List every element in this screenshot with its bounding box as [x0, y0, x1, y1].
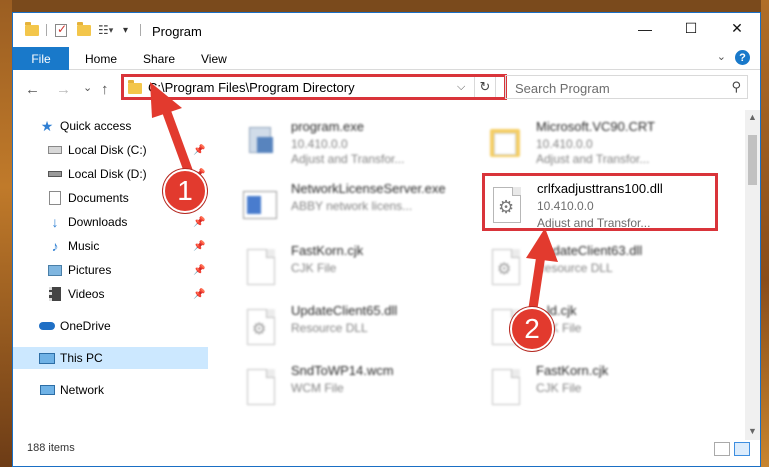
quick-access-toolbar: [25, 21, 39, 38]
maximize-button[interactable]: ☐: [668, 13, 714, 44]
sidebar-item-videos[interactable]: Videos 📌: [13, 283, 208, 305]
sidebar-item-quick-access[interactable]: ★ Quick access: [13, 115, 208, 137]
file-item[interactable]: NetworkLicenseServer.exe ABBY network li…: [239, 177, 479, 229]
list-icon: ☷: [98, 23, 109, 37]
up-button[interactable]: ↑: [101, 81, 109, 98]
file-item[interactable]: ⚙ UpdateClient65.dll Resource DLL: [239, 299, 479, 351]
sidebar-item-music[interactable]: ♪ Music 📌: [13, 235, 208, 257]
sidebar-item-local-disk-c[interactable]: Local Disk (C:) 📌: [13, 139, 208, 161]
dropdown-icon: ▾: [108, 24, 114, 35]
tab-home[interactable]: Home: [85, 52, 117, 66]
new-folder-button[interactable]: [77, 21, 91, 38]
vertical-scrollbar[interactable]: ▲ ▼: [745, 110, 760, 440]
file-item[interactable]: FastKorn.cjk CJK File: [239, 239, 479, 291]
new-folder-icon: [77, 21, 91, 36]
expand-ribbon-icon[interactable]: ⌄: [717, 50, 726, 63]
pin-icon[interactable]: 📌: [193, 289, 205, 300]
drive-icon: [47, 143, 63, 157]
file-icon: [243, 245, 275, 285]
step-2-badge: 2: [510, 307, 554, 351]
window-title: Program: [152, 24, 202, 39]
videos-icon: [47, 287, 63, 301]
back-button[interactable]: ←: [25, 81, 40, 98]
tab-view[interactable]: View: [201, 52, 227, 66]
file-list: program.exe 10.410.0.0 Adjust and Transf…: [213, 110, 743, 440]
explorer-window: ☷▾ ▾ Program — ☐ ✕ File Home Share View …: [12, 12, 761, 467]
file-item[interactable]: SndToWP14.wcm WCM File: [239, 359, 479, 411]
network-icon: [39, 383, 55, 397]
qat-dropdown-button[interactable]: ▾: [123, 22, 128, 38]
folder-icon: [25, 21, 39, 36]
pin-icon[interactable]: 📌: [193, 217, 205, 228]
file-icon: [243, 365, 275, 405]
scroll-down-icon[interactable]: ▼: [748, 426, 757, 436]
properties-button[interactable]: [55, 22, 67, 38]
navigation-pane: ★ Quick access Local Disk (C:) 📌 Local D…: [13, 110, 210, 442]
folder-icon: [488, 121, 520, 161]
setup-icon: [243, 121, 275, 161]
file-item[interactable]: Microsoft.VC90.CRT 10.410.0.0 Adjust and…: [484, 115, 724, 167]
search-box[interactable]: Search Program ⚲: [505, 75, 748, 99]
forward-button[interactable]: →: [56, 81, 71, 98]
desktop-background-right: [761, 0, 769, 467]
file-item[interactable]: ⚙ UpdateClient63.dll Resource DLL: [484, 239, 724, 291]
desktop-background-left: [0, 0, 12, 467]
title-bar: ☷▾ ▾ Program — ☐ ✕: [13, 13, 760, 47]
downloads-icon: ↓: [51, 214, 59, 230]
sidebar-item-pictures[interactable]: Pictures 📌: [13, 259, 208, 281]
minimize-button[interactable]: —: [622, 13, 668, 44]
file-item[interactable]: FastKorn.cjk CJK File: [484, 359, 724, 411]
chevron-down-icon: ▾: [123, 24, 129, 36]
pictures-icon: [47, 263, 63, 277]
star-icon: ★: [40, 117, 54, 134]
window-icon: [243, 183, 277, 223]
details-view-button[interactable]: [714, 442, 730, 456]
pin-icon[interactable]: 📌: [193, 241, 205, 252]
checkmark-icon: [55, 22, 67, 37]
status-item-count: 188 items: [27, 442, 75, 454]
tab-file[interactable]: File: [13, 47, 69, 70]
search-input[interactable]: Search Program: [515, 81, 610, 96]
close-button[interactable]: ✕: [714, 13, 760, 44]
file-item[interactable]: program.exe 10.410.0.0 Adjust and Transf…: [239, 115, 479, 167]
computer-icon: [39, 351, 55, 365]
gear-file-icon: ⚙: [488, 245, 520, 285]
music-icon: ♪: [51, 238, 59, 254]
recent-locations-button[interactable]: ⌄: [83, 81, 92, 94]
step-1-badge: 1: [163, 169, 207, 213]
sidebar-item-this-pc[interactable]: This PC: [13, 347, 208, 369]
pin-icon[interactable]: 📌: [193, 145, 205, 156]
sidebar-item-downloads[interactable]: ↓ Downloads 📌: [13, 211, 208, 233]
file-icon: [488, 365, 520, 405]
gear-file-icon: ⚙: [243, 305, 275, 345]
sidebar-item-network[interactable]: Network: [13, 379, 208, 401]
ribbon-tabs: File Home Share View ⌄ ?: [13, 47, 760, 70]
scroll-up-icon[interactable]: ▲: [748, 112, 757, 122]
tab-share[interactable]: Share: [143, 52, 175, 66]
separator: [140, 22, 141, 38]
file-highlight-box: [482, 173, 718, 231]
scrollbar-thumb[interactable]: [748, 135, 757, 185]
tiles-view-button[interactable]: [734, 442, 750, 456]
pin-icon[interactable]: 📌: [193, 265, 205, 276]
search-icon: ⚲: [731, 79, 741, 94]
separator: [46, 22, 47, 38]
customize-toolbar-button[interactable]: ☷ ▾: [98, 22, 113, 38]
address-highlight-box: [121, 74, 507, 100]
cloud-icon: [39, 319, 55, 333]
view-toggle: [714, 442, 754, 456]
help-icon[interactable]: ?: [735, 50, 750, 65]
documents-icon: [47, 191, 63, 205]
sidebar-item-onedrive[interactable]: OneDrive: [13, 315, 208, 337]
drive-icon: [47, 167, 63, 181]
